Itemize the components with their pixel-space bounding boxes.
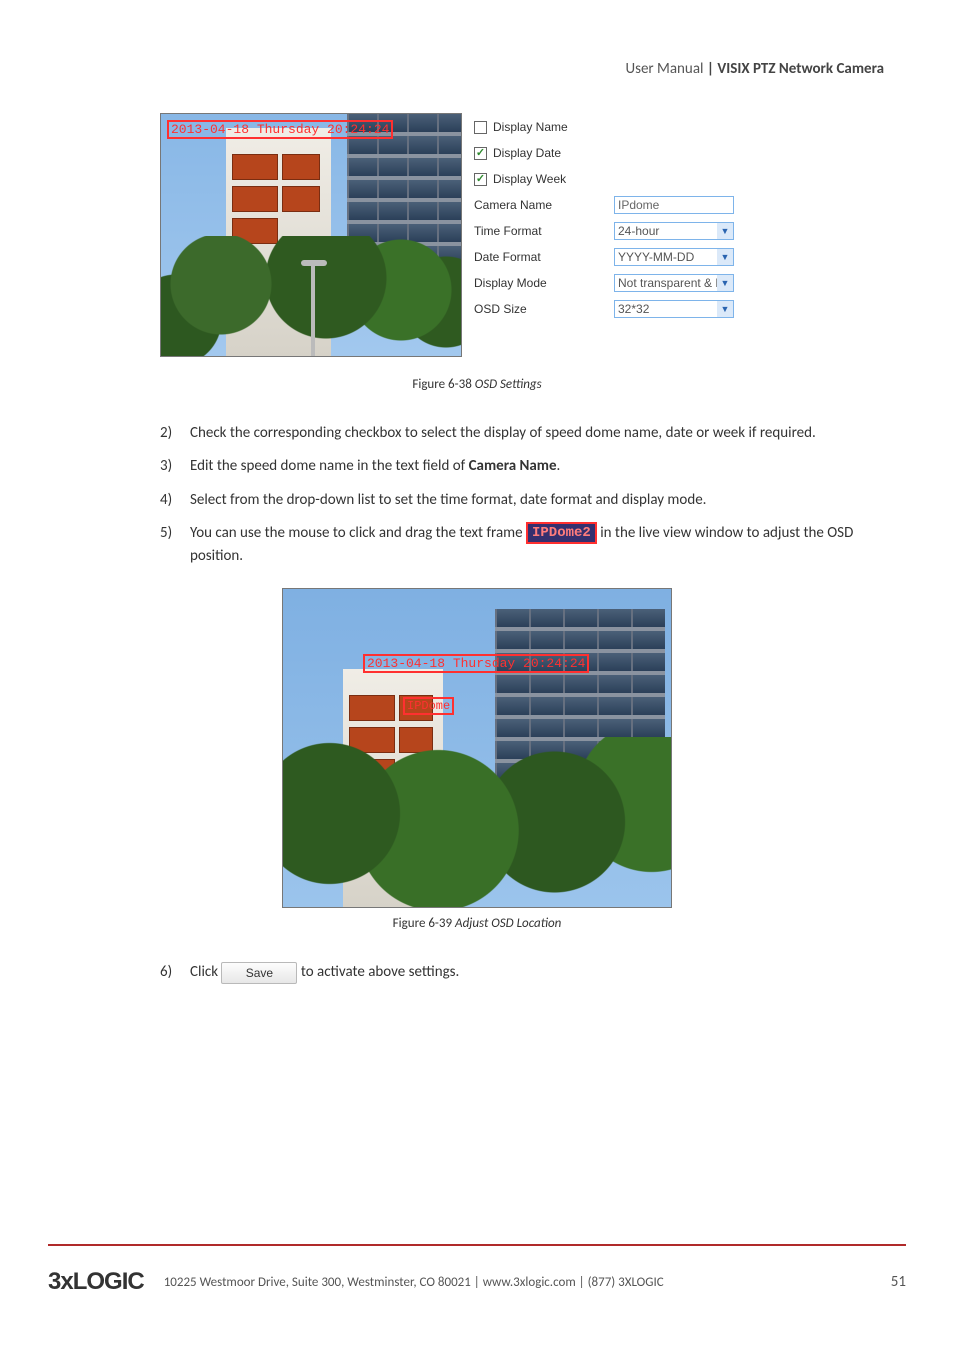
display-mode-label: Display Mode — [474, 276, 614, 290]
figure-caption-2: Figure 6-39 Adjust OSD Location — [70, 916, 884, 931]
display-date-label: Display Date — [493, 146, 561, 160]
display-week-label: Display Week — [493, 172, 566, 186]
osd-timestamp-overlay[interactable]: 2013-04-18 Thursday 20:24:24 — [363, 654, 589, 673]
page-number: 51 — [891, 1273, 906, 1291]
step-text: Check the corresponding checkbox to sele… — [190, 422, 854, 445]
footer-address: 10225 Westmoor Drive, Suite 300, Westmin… — [164, 1275, 871, 1290]
video-preview: 2013-04-18 Thursday 20:24:24 — [160, 113, 462, 357]
step-text: You can use the mouse to click and drag … — [190, 522, 854, 569]
camera-name-label: Camera Name — [474, 198, 614, 212]
chevron-down-icon: ▼ — [717, 301, 733, 317]
time-format-label: Time Format — [474, 224, 614, 238]
osd-size-value: 32*32 — [618, 302, 649, 316]
page-footer: 3xLOGIC 10225 Westmoor Drive, Suite 300,… — [48, 1268, 906, 1296]
osd-name-chip: IPDome2 — [526, 522, 597, 544]
osd-name-overlay[interactable]: IPDome — [403, 697, 454, 715]
display-name-checkbox[interactable] — [474, 121, 487, 134]
osd-settings-screenshot: 2013-04-18 Thursday 20:24:24 Display Nam… — [70, 113, 884, 357]
date-format-value: YYYY-MM-DD — [618, 250, 694, 264]
figure-caption-1: Figure 6-38 OSD Settings — [70, 377, 884, 392]
step-text: Select from the drop-down list to set th… — [190, 489, 854, 512]
time-format-value: 24-hour — [618, 224, 659, 238]
step-number: 6) — [160, 961, 190, 984]
osd-timestamp-overlay[interactable]: 2013-04-18 Thursday 20:24:24 — [167, 120, 393, 139]
osd-settings-form: Display Name ✓ Display Date ✓ Display We… — [474, 113, 734, 357]
step-number: 3) — [160, 455, 190, 478]
osd-size-select[interactable]: 32*32 ▼ — [614, 300, 734, 318]
save-button[interactable]: Save — [221, 962, 297, 984]
chevron-down-icon: ▼ — [717, 249, 733, 265]
chevron-down-icon: ▼ — [717, 223, 733, 239]
display-week-checkbox[interactable]: ✓ — [474, 173, 487, 186]
camera-name-field[interactable] — [614, 196, 734, 214]
step-number: 2) — [160, 422, 190, 445]
display-mode-value: Not transparent & Not flash — [618, 276, 730, 290]
step-number: 4) — [160, 489, 190, 512]
display-date-checkbox[interactable]: ✓ — [474, 147, 487, 160]
date-format-label: Date Format — [474, 250, 614, 264]
header-left: User Manual — [625, 60, 703, 78]
osd-size-label: OSD Size — [474, 302, 614, 316]
footer-divider — [48, 1244, 906, 1246]
instructions-list: 2) Check the corresponding checkbox to s… — [70, 422, 884, 568]
header-product: | VISIX PTZ Network Camera — [707, 60, 884, 78]
display-mode-select[interactable]: Not transparent & Not flash ▼ — [614, 274, 734, 292]
video-preview-large: 2013-04-18 Thursday 20:24:24 IPDome — [282, 588, 672, 908]
display-name-label: Display Name — [493, 120, 568, 134]
time-format-select[interactable]: 24-hour ▼ — [614, 222, 734, 240]
date-format-select[interactable]: YYYY-MM-DD ▼ — [614, 248, 734, 266]
instructions-list-2: 6) Click Save to activate above settings… — [70, 961, 884, 984]
step-text: Click Save to activate above settings. — [190, 961, 854, 984]
page-header: User Manual | VISIX PTZ Network Camera — [70, 60, 884, 78]
step-number: 5) — [160, 522, 190, 569]
brand-logo: 3xLOGIC — [48, 1268, 144, 1296]
step-text: Edit the speed dome name in the text fie… — [190, 455, 854, 478]
chevron-down-icon: ▼ — [717, 275, 733, 291]
